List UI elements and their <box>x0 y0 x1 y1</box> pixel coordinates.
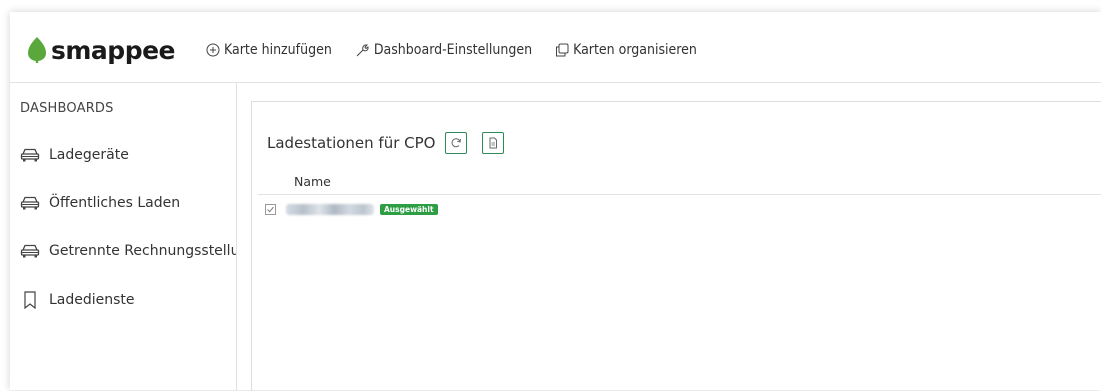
refresh-icon <box>452 138 462 148</box>
top-bar: smappee Karte hinzufügen Dashboard-Einst… <box>10 12 1101 83</box>
organize-cards-button[interactable]: Karten organisieren <box>555 42 697 58</box>
refresh-button[interactable] <box>445 132 468 154</box>
sidebar-item-label: Öffentliches Laden <box>49 195 181 211</box>
column-header-name[interactable]: Name <box>294 174 331 189</box>
smappee-leaf-icon <box>28 37 46 63</box>
wrench-icon <box>356 43 369 56</box>
sidebar-item-ladegeraete[interactable]: Ladegeräte <box>20 147 129 163</box>
sidebar-item-label: Getrennte Rechnungsstellung <box>49 243 237 259</box>
dashboard-settings-label: Dashboard-Einstellungen <box>373 42 533 58</box>
dashboard-settings-button[interactable]: Dashboard-Einstellungen <box>355 42 532 58</box>
sidebar-item-getrennte-rechnungsstellung[interactable]: Getrennte Rechnungsstellung <box>20 243 237 259</box>
bookmark-icon <box>24 291 36 309</box>
car-icon <box>20 196 40 210</box>
dashboard-card: Ladestationen für CPO Name Ausgewählt <box>251 101 1101 391</box>
export-button[interactable] <box>482 132 505 154</box>
top-navigation: Karte hinzufügen Dashboard-Einstellungen… <box>206 42 697 58</box>
add-card-button[interactable]: Karte hinzufügen <box>206 42 332 58</box>
smappee-logo[interactable]: smappee <box>26 35 176 65</box>
blurred-station-name <box>286 204 374 215</box>
add-card-label: Karte hinzufügen <box>224 42 332 58</box>
copy-cards-icon <box>556 43 569 57</box>
sidebar-heading: DASHBOARDS <box>20 101 114 116</box>
card-title-row: Ladestationen für CPO <box>267 132 505 154</box>
sidebar-item-ladedienste[interactable]: Ladedienste <box>20 291 135 309</box>
table-row[interactable]: Ausgewählt <box>265 204 438 215</box>
car-icon <box>20 148 40 162</box>
sidebar-item-label: Ladegeräte <box>49 147 129 163</box>
sidebar-item-oeffentliches-laden[interactable]: Öffentliches Laden <box>20 195 180 211</box>
sidebar: DASHBOARDS Ladegeräte Öffentliches Laden <box>10 83 237 390</box>
app-window: smappee Karte hinzufügen Dashboard-Einst… <box>10 12 1101 391</box>
organize-cards-label: Karten organisieren <box>573 42 697 58</box>
sidebar-item-label: Ladedienste <box>49 292 135 308</box>
document-icon <box>489 137 498 149</box>
checkmark-icon <box>267 206 274 213</box>
card-title: Ladestationen für CPO <box>267 134 436 152</box>
car-icon <box>20 244 40 258</box>
brand-name: smappee <box>51 35 176 65</box>
plus-circle-icon <box>206 43 220 57</box>
selected-badge: Ausgewählt <box>380 204 438 215</box>
row-checkbox[interactable] <box>265 204 276 215</box>
header-divider <box>258 194 1101 195</box>
